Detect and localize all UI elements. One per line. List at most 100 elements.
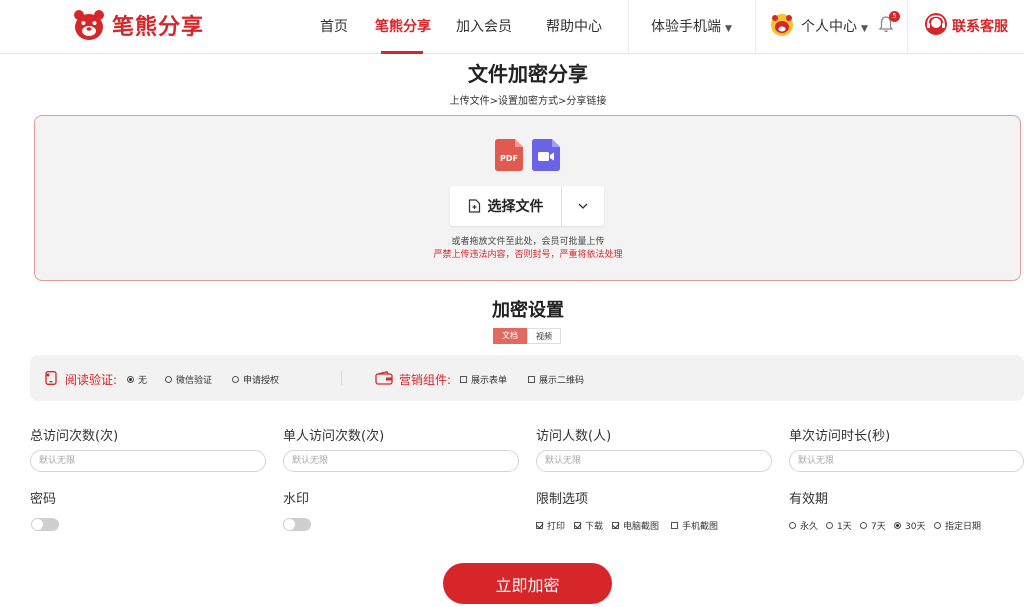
radio-selected-icon	[894, 522, 901, 529]
duration-input[interactable]	[789, 450, 1024, 472]
nav-share[interactable]: 笔熊分享	[375, 16, 431, 36]
validity-option-label: 指定日期	[945, 522, 982, 532]
user-avatar-icon[interactable]	[770, 13, 794, 37]
nav-help[interactable]: 帮助中心	[546, 16, 602, 36]
watermark-toggle[interactable]	[283, 518, 311, 531]
restrict-mobile-screenshot[interactable]: 手机截图	[671, 519, 718, 532]
tab-video[interactable]: 视频	[527, 328, 561, 344]
file-add-icon	[468, 199, 480, 213]
restrict-option-label: 下载	[585, 522, 604, 532]
pdf-icon: PDF	[495, 139, 523, 171]
nav-personal-label: 个人中心	[801, 19, 857, 35]
per-user-visits-label: 单人访问次数(次)	[283, 429, 385, 444]
validity-custom-date[interactable]: 指定日期	[934, 519, 981, 532]
pdf-icon-label: PDF	[500, 154, 518, 163]
notification-badge: 5	[889, 11, 900, 22]
nav-divider	[755, 0, 756, 54]
caret-down-icon: ▼	[725, 24, 732, 34]
verify-option-label: 无	[138, 376, 148, 386]
marketing-label: 营销组件:	[399, 373, 452, 387]
checkbox-checked-icon	[574, 522, 581, 529]
wallet-icon	[375, 371, 393, 385]
validity-option-label: 7天	[871, 522, 886, 532]
brand-name: 笔熊分享	[112, 15, 205, 40]
restrict-option-label: 电脑截图	[623, 522, 660, 532]
verify-option-label: 申请授权	[243, 376, 280, 386]
checkbox-icon	[671, 522, 678, 529]
tab-document[interactable]: 文档	[493, 328, 527, 344]
validity-30-days[interactable]: 30天	[894, 519, 925, 532]
nav-home[interactable]: 首页	[320, 16, 348, 36]
per-user-visits-input[interactable]	[283, 450, 519, 472]
encrypt-title: 加密设置	[492, 300, 564, 321]
validity-option-label: 30天	[905, 522, 926, 532]
nav-divider	[628, 0, 629, 54]
upload-hint: 或者拖放文件至此处，会员可批量上传	[451, 237, 605, 247]
caret-down-icon: ▼	[861, 24, 868, 34]
checkbox-checked-icon	[612, 522, 619, 529]
marketing-option-form[interactable]: 展示表单	[460, 373, 507, 386]
password-toggle[interactable]	[31, 518, 59, 531]
verify-label: 阅读验证:	[65, 373, 118, 387]
nav-personal-dropdown[interactable]: 个人中心 ▼	[801, 16, 868, 36]
verify-option-wechat[interactable]: 微信验证	[165, 373, 212, 386]
verify-option-label: 微信验证	[176, 376, 213, 386]
choose-file-button[interactable]: 选择文件	[450, 186, 561, 226]
verify-option-authorize[interactable]: 申请授权	[232, 373, 279, 386]
nav-support[interactable]: 联系客服	[952, 16, 1008, 36]
choose-file-control: 选择文件	[450, 186, 604, 226]
top-nav: 笔熊分享 首页 笔熊分享 加入会员 帮助中心 体验手机端 ▼ 个人中心 ▼ 5 联系…	[0, 0, 1024, 54]
checkbox-checked-icon	[536, 522, 543, 529]
validity-option-label: 永久	[800, 522, 819, 532]
total-visits-label: 总访问次数(次)	[30, 429, 119, 444]
validity-1-day[interactable]: 1天	[826, 519, 852, 532]
radio-selected-icon	[127, 376, 134, 383]
radio-icon	[934, 522, 941, 529]
radio-icon	[789, 522, 796, 529]
bear-logo-icon	[74, 10, 104, 40]
total-visits-input[interactable]	[30, 450, 266, 472]
checkbox-icon	[528, 376, 535, 383]
visitors-label: 访问人数(人)	[536, 429, 612, 444]
nav-mobile-dropdown[interactable]: 体验手机端 ▼	[651, 16, 732, 36]
visitors-input[interactable]	[536, 450, 772, 472]
choose-file-label: 选择文件	[487, 199, 544, 215]
encrypt-submit-button[interactable]: 立即加密	[443, 563, 612, 604]
nav-join[interactable]: 加入会员	[456, 16, 512, 36]
validity-7-days[interactable]: 7天	[860, 519, 886, 532]
restrict-download[interactable]: 下载	[574, 519, 603, 532]
nav-divider	[907, 0, 908, 54]
password-label: 密码	[30, 492, 57, 507]
radio-icon	[826, 522, 833, 529]
choose-file-dropdown[interactable]	[562, 186, 604, 226]
nav-mobile-label: 体验手机端	[651, 19, 721, 35]
radio-icon	[860, 522, 867, 529]
checkbox-icon	[460, 376, 467, 383]
nav-active-indicator	[381, 51, 423, 54]
customer-service-icon[interactable]	[924, 12, 948, 36]
restrict-option-label: 打印	[547, 522, 566, 532]
restrictions-label: 限制选项	[536, 492, 589, 507]
validity-option-label: 1天	[837, 522, 852, 532]
duration-label: 单次访问时长(秒)	[789, 429, 891, 444]
upload-warning: 严禁上传违法内容，否则封号，严重将依法处理	[433, 250, 623, 260]
verify-option-none[interactable]: 无	[127, 373, 147, 386]
verify-divider	[341, 371, 342, 385]
validity-label: 有效期	[789, 492, 829, 507]
radio-icon	[232, 376, 239, 383]
marketing-option-label: 展示二维码	[539, 376, 585, 386]
restrict-pc-screenshot[interactable]: 电脑截图	[612, 519, 659, 532]
watermark-label: 水印	[283, 492, 310, 507]
brand-logo[interactable]: 笔熊分享	[72, 8, 204, 42]
marketing-option-qrcode[interactable]: 展示二维码	[528, 373, 584, 386]
steps-breadcrumb: 上传文件>设置加密方式>分享链接	[449, 96, 607, 107]
radio-icon	[165, 376, 172, 383]
restrict-option-label: 手机截图	[682, 522, 719, 532]
restrict-print[interactable]: 打印	[536, 519, 565, 532]
video-icon	[532, 139, 560, 171]
chevron-down-icon	[578, 203, 588, 209]
marketing-option-label: 展示表单	[471, 376, 508, 386]
phone-verify-icon	[45, 371, 57, 385]
page-title: 文件加密分享	[468, 62, 588, 86]
validity-forever[interactable]: 永久	[789, 519, 818, 532]
